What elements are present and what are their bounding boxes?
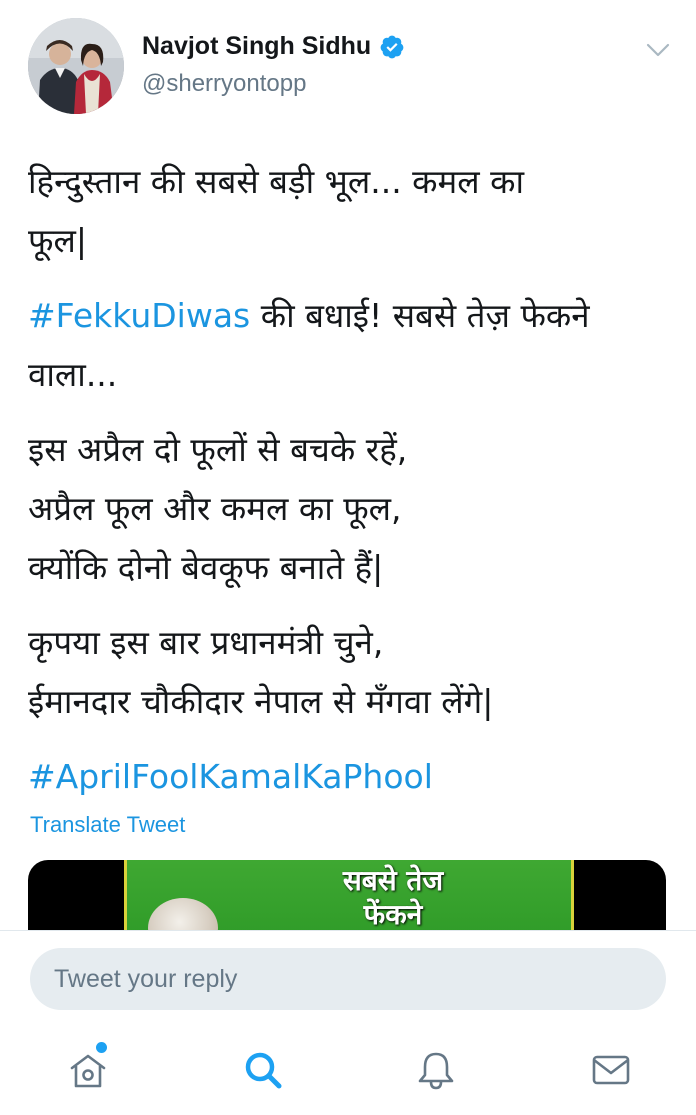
tweet-paragraph: इस अप्रैल दो फूलों से बचके रहें, अप्रैल फ…: [28, 420, 668, 597]
tweet-paragraph: हिन्दुस्तान की सबसे बड़ी भूल... कमल का फू…: [28, 152, 668, 270]
tweet-text-segment: ईमानदार चौकीदार नेपाल से मँगवा लेंगे|: [28, 682, 494, 721]
verified-badge-icon: [380, 35, 404, 58]
tweet-paragraph: #AprilFoolKamalKaPhool: [28, 747, 668, 806]
tweet-text-segment: हिन्दुस्तान की सबसे बड़ी भूल... कमल का: [28, 162, 525, 201]
tweet-text-segment: वाला...: [28, 355, 118, 394]
home-icon: [70, 1054, 106, 1088]
tweet-paragraph: #FekkuDiwas की बधाई! सबसे तेज़ फेकने वाला…: [28, 286, 668, 404]
author-name-row[interactable]: Navjot Singh Sidhu: [142, 32, 405, 61]
tweet-text-segment: क्योंकि दोनो बेवकूफ बनाते हैं|: [28, 548, 384, 587]
hashtag-link[interactable]: #FekkuDiwas: [28, 296, 250, 335]
tweet-line: ईमानदार चौकीदार नेपाल से मँगवा लेंगे|: [28, 672, 668, 731]
tweet-text: हिन्दुस्तान की सबसे बड़ी भूल... कमल का फू…: [28, 152, 668, 822]
media-caption-line: फेंकने: [363, 898, 423, 931]
tweet-line: अप्रैल फूल और कमल का फूल,: [28, 479, 668, 538]
tweet-text-segment: कृपया इस बार प्रधानमंत्री चुने,: [28, 623, 384, 662]
tweet-line: कृपया इस बार प्रधानमंत्री चुने,: [28, 613, 668, 672]
reply-input[interactable]: [30, 948, 666, 1010]
tweet-line: हिन्दुस्तान की सबसे बड़ी भूल... कमल का: [28, 152, 668, 211]
tweet-line: फूल|: [28, 211, 668, 270]
avatar-photo: [28, 18, 124, 114]
media-caption-line: सबसे तेज: [342, 864, 444, 897]
chevron-down-icon[interactable]: [644, 40, 672, 60]
tweet-text-segment: की बधाई! सबसे तेज़ फेकने: [250, 296, 590, 335]
author-display-name[interactable]: Navjot Singh Sidhu: [142, 32, 371, 61]
tweet-line: क्योंकि दोनो बेवकूफ बनाते हैं|: [28, 538, 668, 597]
hashtag-link[interactable]: #AprilFoolKamalKaPhool: [28, 757, 433, 796]
mail-icon: [592, 1055, 630, 1085]
bottom-tab-bar: [0, 1022, 696, 1115]
media-caption: सबसे तेज फेंकने: [278, 864, 508, 932]
translate-tweet-link[interactable]: Translate Tweet: [30, 812, 185, 838]
bell-icon: [418, 1052, 454, 1090]
author-handle[interactable]: @sherryontopp: [142, 70, 306, 98]
tab-home[interactable]: [66, 1048, 110, 1092]
tweet-line: #AprilFoolKamalKaPhool: [28, 747, 668, 806]
search-icon: [245, 1052, 282, 1089]
tab-notifications[interactable]: [414, 1048, 458, 1092]
tweet-paragraph: कृपया इस बार प्रधानमंत्री चुने, ईमानदार च…: [28, 613, 668, 731]
author-avatar[interactable]: [28, 18, 124, 114]
tweet-text-segment: फूल|: [28, 221, 87, 260]
tweet-line: वाला...: [28, 345, 668, 404]
tweet-text-segment: अप्रैल फूल और कमल का फूल,: [28, 489, 402, 528]
tweet-line: इस अप्रैल दो फूलों से बचके रहें,: [28, 420, 668, 479]
tweet-line: #FekkuDiwas की बधाई! सबसे तेज़ फेकने: [28, 286, 668, 345]
tweet-media-preview[interactable]: सबसे तेज फेंकने: [28, 860, 666, 940]
tweet-text-segment: इस अप्रैल दो फूलों से बचके रहें,: [28, 430, 408, 469]
tab-messages[interactable]: [589, 1048, 633, 1092]
reply-bar: [0, 930, 696, 1020]
tweet-detail-screen: Navjot Singh Sidhu @sherryontopp हिन्दुस…: [0, 0, 696, 1115]
home-notification-dot: [96, 1042, 107, 1053]
tab-search[interactable]: [241, 1048, 285, 1092]
